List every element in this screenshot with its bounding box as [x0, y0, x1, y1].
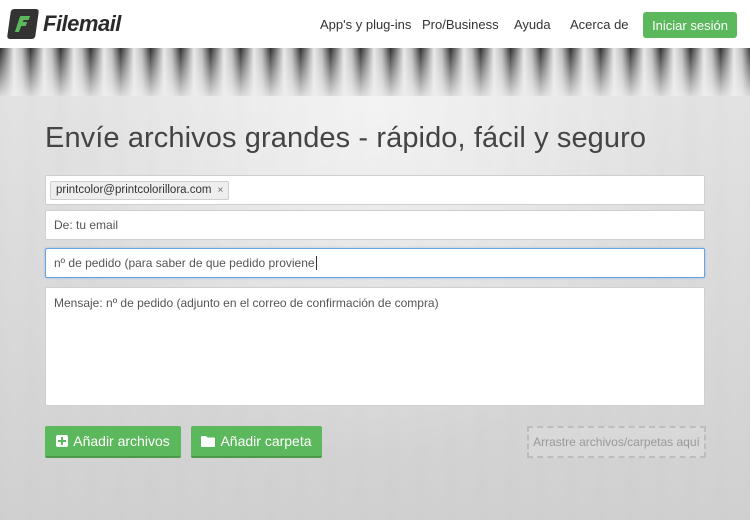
nav-apps-plugins[interactable]: App's y plug-ins [320, 17, 411, 32]
drop-zone[interactable]: Arrastre archivos/carpetas aquí [527, 426, 706, 458]
logo-text: Filemail [43, 11, 121, 36]
add-files-label: Añadir archivos [73, 433, 170, 449]
add-folder-label: Añadir carpeta [220, 433, 312, 449]
folder-icon [201, 435, 216, 447]
subject-field[interactable]: nº de pedido (para saber de que pedido p… [45, 248, 705, 278]
nav-help[interactable]: Ayuda [514, 17, 551, 32]
drop-zone-label: Arrastre archivos/carpetas aquí [533, 435, 700, 449]
nav-pro-business[interactable]: Pro/Business [422, 17, 499, 32]
top-bar: Filemail App's y plug-ins Pro/Business A… [0, 0, 750, 48]
message-placeholder: Mensaje: nº de pedido (adjunto en el cor… [54, 296, 439, 310]
filemail-logo[interactable]: Filemail [6, 9, 121, 39]
add-folder-button[interactable]: Añadir carpeta [191, 426, 322, 458]
plus-icon [56, 435, 69, 447]
from-email-placeholder: De: tu email [54, 218, 119, 232]
recipient-tag: printcolor@printcolorillora.com × [50, 180, 230, 200]
nav-about[interactable]: Acerca de [570, 17, 629, 32]
login-button[interactable]: Iniciar sesión [643, 12, 737, 38]
subject-value: nº de pedido (para saber de que pedido p… [54, 256, 315, 270]
recipient-field[interactable]: printcolor@printcolorillora.com × [45, 175, 705, 205]
recipient-tag-label: printcolor@printcolorillora.com [56, 184, 212, 196]
page-title: Envíe archivos grandes - rápido, fácil y… [45, 122, 647, 154]
remove-tag-icon[interactable]: × [217, 185, 223, 196]
from-email-field[interactable]: De: tu email [45, 210, 705, 240]
message-field[interactable]: Mensaje: nº de pedido (adjunto en el cor… [45, 287, 705, 406]
add-files-button[interactable]: Añadir archivos [45, 426, 181, 458]
logo-icon [6, 9, 40, 39]
text-cursor [315, 256, 317, 270]
